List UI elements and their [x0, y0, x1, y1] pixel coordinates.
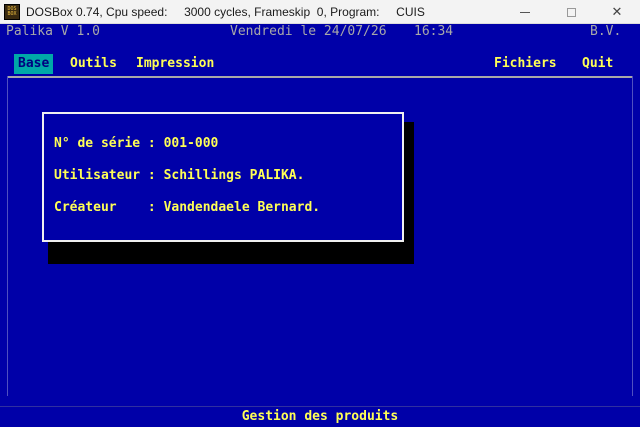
close-icon: ✕: [611, 4, 623, 19]
minimize-icon: [520, 11, 530, 13]
window-controls: ✕: [502, 0, 640, 24]
close-button[interactable]: ✕: [594, 0, 640, 24]
menu-item-impression[interactable]: Impression: [136, 54, 214, 74]
dosbox-icon: DOS BOX: [4, 3, 20, 20]
status-text: Gestion des produits: [241, 409, 399, 424]
window-title-bar[interactable]: DOS BOX DOSBox 0.74, Cpu speed: 3000 cycl…: [0, 0, 640, 24]
serial-number-line: N° de série : 001-000: [54, 136, 219, 151]
company-code: B.V.: [590, 24, 622, 39]
current-time: 16:34: [414, 24, 454, 39]
menu-item-base[interactable]: Base: [14, 54, 54, 74]
menu-item-quit[interactable]: Quit: [582, 54, 613, 74]
app-name: Palika V 1.0: [6, 24, 100, 39]
user-line: Utilisateur : Schillings PALIKA.: [54, 168, 305, 183]
menu-item-fichiers[interactable]: Fichiers: [494, 54, 557, 74]
right-border: [632, 76, 633, 396]
minimize-button[interactable]: [502, 0, 548, 24]
current-date: Vendredi le 24/07/26: [230, 24, 387, 39]
main-menu-bar: Base Outils Impression Fichiers Quit: [8, 54, 632, 74]
left-border: [7, 76, 8, 396]
status-bar: Gestion des produits: [0, 406, 640, 424]
dos-top-bar: Palika V 1.0 Vendredi le 24/07/26 16:34 …: [0, 24, 640, 40]
creator-line: Créateur : Vandendaele Bernard.: [54, 200, 321, 215]
menu-divider: [8, 76, 632, 78]
window-title: DOSBox 0.74, Cpu speed: 3000 cycles, Fra…: [26, 4, 425, 19]
menu-item-outils[interactable]: Outils: [70, 54, 117, 74]
maximize-button[interactable]: [548, 0, 594, 24]
maximize-icon: [566, 7, 576, 17]
info-dialog: N° de série : 001-000 Utilisateur : Schi…: [42, 112, 404, 242]
